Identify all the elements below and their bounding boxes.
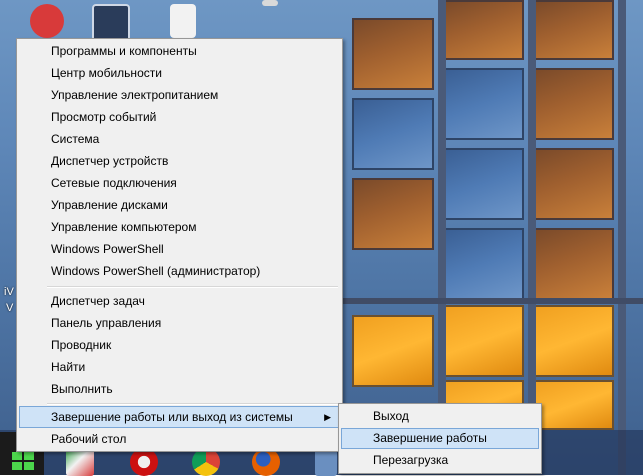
menu-separator: [47, 286, 338, 288]
menu-item-control-panel[interactable]: Панель управления: [19, 312, 340, 334]
window-pane: [442, 228, 524, 300]
menu-item-powershell[interactable]: Windows PowerShell: [19, 238, 340, 260]
window-pane: [352, 98, 434, 170]
window-pane: [352, 18, 434, 90]
desktop-app-icon[interactable]: [92, 4, 130, 42]
menu-item-task-manager[interactable]: Диспетчер задач: [19, 290, 340, 312]
window-pane: [532, 68, 614, 140]
menu-separator: [47, 403, 338, 405]
menu-item-file-explorer[interactable]: Проводник: [19, 334, 340, 356]
building-frame: [618, 0, 626, 475]
window-pane: [442, 0, 524, 60]
menu-item-mobility-center[interactable]: Центр мобильности: [19, 62, 340, 84]
menu-item-shutdown-or-sign-out[interactable]: Завершение работы или выход из системы ▶: [19, 406, 340, 428]
window-pane: [442, 305, 524, 377]
window-pane: [352, 315, 434, 387]
chrome-icon[interactable]: [192, 448, 220, 476]
menu-item-event-viewer[interactable]: Просмотр событий: [19, 106, 340, 128]
menu-item-desktop[interactable]: Рабочий стол: [19, 428, 340, 450]
app-icon[interactable]: [315, 448, 337, 476]
submenu-item-shut-down[interactable]: Завершение работы: [341, 428, 539, 449]
building-frame: [340, 298, 643, 304]
menu-item-run[interactable]: Выполнить: [19, 378, 340, 400]
window-pane: [532, 148, 614, 220]
desktop-file-icon[interactable]: [170, 4, 196, 38]
calendar-app-icon[interactable]: [66, 448, 94, 476]
desktop-icon-label: iV: [4, 286, 14, 298]
menu-item-system[interactable]: Система: [19, 128, 340, 150]
submenu-arrow-icon: ▶: [324, 412, 331, 422]
shutdown-submenu: Выход Завершение работы Перезагрузка: [338, 403, 542, 474]
desktop-app-icon[interactable]: [262, 0, 278, 6]
window-pane: [442, 148, 524, 220]
menu-item-powershell-admin[interactable]: Windows PowerShell (администратор): [19, 260, 340, 282]
menu-item-power-options[interactable]: Управление электропитанием: [19, 84, 340, 106]
window-pane: [532, 305, 614, 377]
opera-icon[interactable]: [130, 448, 158, 476]
menu-item-label: Завершение работы или выход из системы: [51, 410, 293, 424]
desktop-app-icon[interactable]: [30, 4, 64, 38]
windows-logo-icon: [12, 452, 34, 470]
menu-item-device-manager[interactable]: Диспетчер устройств: [19, 150, 340, 172]
menu-item-search[interactable]: Найти: [19, 356, 340, 378]
desktop-icon-label: V: [6, 302, 14, 314]
window-pane: [352, 178, 434, 250]
menu-item-programs-and-features[interactable]: Программы и компоненты: [19, 40, 340, 62]
submenu-item-sign-out[interactable]: Выход: [341, 406, 539, 427]
window-pane: [532, 228, 614, 300]
menu-item-disk-management[interactable]: Управление дисками: [19, 194, 340, 216]
menu-item-network-connections[interactable]: Сетевые подключения: [19, 172, 340, 194]
window-pane: [442, 68, 524, 140]
window-pane: [532, 0, 614, 60]
window-pane: [532, 380, 614, 430]
firefox-icon[interactable]: [252, 448, 280, 476]
menu-item-computer-management[interactable]: Управление компьютером: [19, 216, 340, 238]
submenu-item-restart[interactable]: Перезагрузка: [341, 450, 539, 471]
power-user-menu: Программы и компоненты Центр мобильности…: [16, 38, 343, 452]
